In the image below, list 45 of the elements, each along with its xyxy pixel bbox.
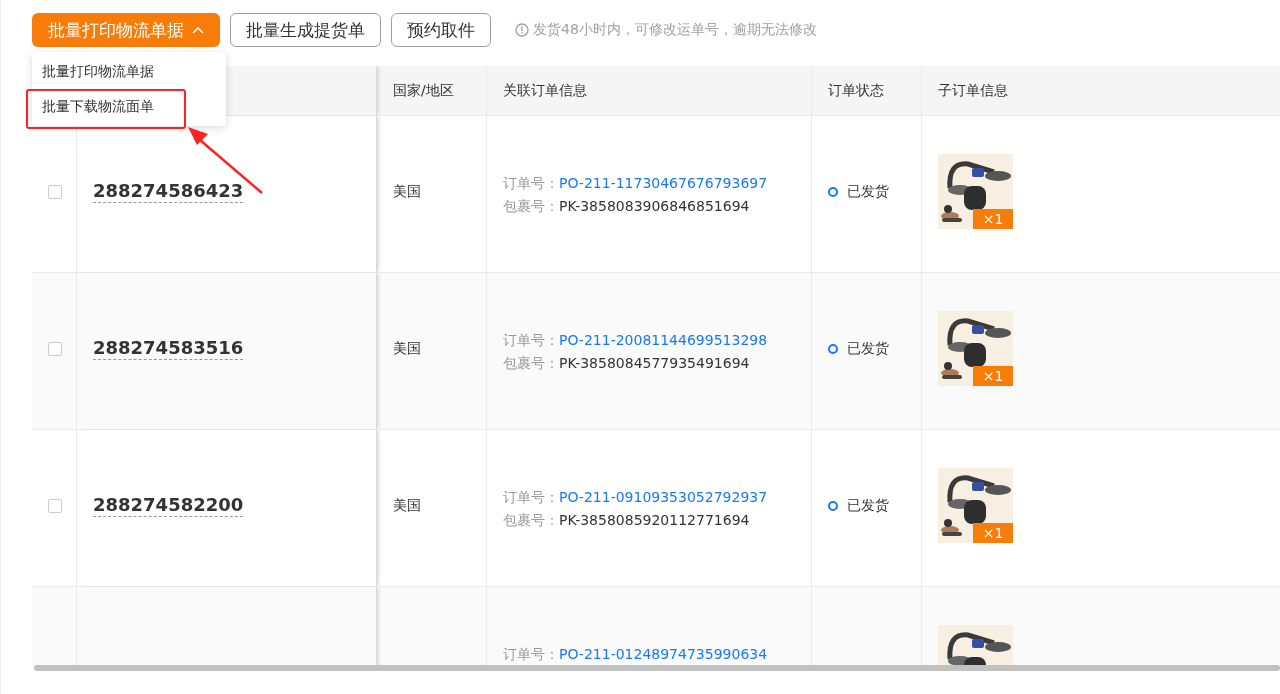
- quantity-badge: ×1: [973, 366, 1013, 386]
- quantity-badge: ×1: [973, 523, 1013, 543]
- logistics-number: 288274586423: [93, 180, 244, 203]
- package-label: 包裹号：: [503, 198, 559, 214]
- order-link[interactable]: PO-211-11730467676793697: [559, 175, 768, 191]
- order-link[interactable]: PO-211-20081144699513298: [559, 332, 768, 348]
- row-checkbox[interactable]: [48, 498, 62, 513]
- order-link[interactable]: PO-211-09109353052792937: [559, 489, 768, 505]
- column-header: 国家/地区: [393, 81, 454, 100]
- status-dot: [828, 500, 838, 511]
- package-number: PK-3858084577935491694: [559, 355, 750, 371]
- menu-item[interactable]: 批量打印物流单据: [32, 54, 226, 89]
- row-checkbox[interactable]: [48, 341, 62, 356]
- horizontal-scrollbar[interactable]: [34, 665, 1280, 671]
- column-header: 子订单信息: [938, 81, 1008, 100]
- country-text: 美国: [393, 339, 421, 358]
- toolbar-button[interactable]: 预约取件: [391, 13, 491, 47]
- package-number: PK-3858085920112771694: [559, 512, 750, 528]
- order-label: 订单号：: [503, 646, 559, 662]
- logistics-number: 288274582200: [93, 494, 244, 517]
- logistics-number: 288274583516: [93, 337, 244, 360]
- quantity-badge: ×1: [973, 209, 1013, 229]
- package-label: 包裹号：: [503, 512, 559, 528]
- status-text: 已发货: [847, 496, 889, 515]
- order-link[interactable]: PO-211-01248974735990634: [559, 646, 768, 662]
- menu-item[interactable]: 批量下载物流面单: [32, 89, 226, 124]
- status-dot: [828, 186, 838, 197]
- order-label: 订单号：: [503, 489, 559, 505]
- status-text: 已发货: [847, 339, 889, 358]
- toolbar-button[interactable]: 批量生成提货单: [230, 13, 381, 47]
- status-text: 已发货: [847, 182, 889, 201]
- status-dot: [828, 343, 838, 354]
- column-header: 订单状态: [828, 81, 884, 100]
- hint-text: 发货48小时内，可修改运单号，逾期无法修改: [533, 21, 817, 39]
- order-label: 订单号：: [503, 332, 559, 348]
- info-icon: [515, 23, 529, 37]
- row-checkbox[interactable]: [48, 184, 62, 199]
- package-number: PK-3858083906846851694: [559, 198, 750, 214]
- chevron-icon: [192, 26, 204, 34]
- print-dropdown-button[interactable]: 批量打印物流单据: [32, 13, 220, 47]
- package-label: 包裹号：: [503, 355, 559, 371]
- country-text: 美国: [393, 182, 421, 201]
- country-text: 美国: [393, 496, 421, 515]
- column-header: 关联订单信息: [503, 81, 587, 100]
- order-label: 订单号：: [503, 175, 559, 191]
